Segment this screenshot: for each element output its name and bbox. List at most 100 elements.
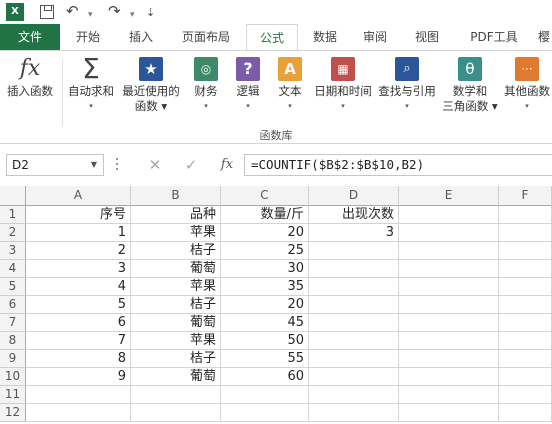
- table-cell[interactable]: [309, 278, 399, 296]
- table-cell[interactable]: 苹果: [131, 278, 221, 296]
- tab-formulas[interactable]: 公式: [246, 24, 298, 51]
- table-cell[interactable]: [499, 386, 552, 404]
- table-cell[interactable]: [399, 260, 499, 278]
- row-header[interactable]: 3: [0, 242, 26, 260]
- autosum-button[interactable]: Σ 自动求和 ▾: [66, 55, 116, 114]
- redo-dropdown-icon[interactable]: ▾: [130, 6, 135, 24]
- table-cell[interactable]: 45: [221, 314, 309, 332]
- table-cell[interactable]: [499, 350, 552, 368]
- active-cell-d2[interactable]: 3: [309, 224, 399, 242]
- table-cell[interactable]: [399, 296, 499, 314]
- select-all-corner[interactable]: [0, 186, 26, 206]
- more-functions-button[interactable]: ··· 其他函数 ▾: [502, 55, 552, 114]
- table-cell[interactable]: 品种: [131, 206, 221, 224]
- row-header[interactable]: 1: [0, 206, 26, 224]
- row-header[interactable]: 4: [0, 260, 26, 278]
- table-cell[interactable]: 桔子: [131, 296, 221, 314]
- insert-function-icon[interactable]: fx: [214, 154, 240, 176]
- table-cell[interactable]: 苹果: [131, 332, 221, 350]
- table-cell[interactable]: [131, 404, 221, 422]
- enter-icon[interactable]: ✓: [178, 154, 204, 176]
- tab-view[interactable]: 视图: [404, 24, 450, 50]
- column-header[interactable]: F: [499, 186, 552, 206]
- table-cell[interactable]: [499, 224, 552, 242]
- customize-qat-icon[interactable]: ⇣: [146, 4, 155, 22]
- table-cell[interactable]: 苹果: [131, 224, 221, 242]
- table-cell[interactable]: [309, 314, 399, 332]
- undo-dropdown-icon[interactable]: ▾: [88, 6, 93, 24]
- tab-pdf-tools[interactable]: PDF工具: [458, 24, 530, 50]
- row-header[interactable]: 7: [0, 314, 26, 332]
- column-header[interactable]: B: [131, 186, 221, 206]
- table-cell[interactable]: 2: [26, 242, 131, 260]
- tab-home[interactable]: 开始: [64, 24, 112, 50]
- lookup-reference-button[interactable]: ⌕ 查找与引用 ▾: [376, 55, 438, 114]
- tab-file[interactable]: 文件: [0, 24, 60, 50]
- table-cell[interactable]: 30: [221, 260, 309, 278]
- table-cell[interactable]: [309, 242, 399, 260]
- table-cell[interactable]: [309, 332, 399, 350]
- tab-insert[interactable]: 插入: [116, 24, 166, 50]
- table-cell[interactable]: [26, 386, 131, 404]
- table-cell[interactable]: [399, 278, 499, 296]
- column-header[interactable]: A: [26, 186, 131, 206]
- table-cell[interactable]: 数量/斤: [221, 206, 309, 224]
- table-cell[interactable]: 桔子: [131, 242, 221, 260]
- redo-icon[interactable]: ↷: [108, 2, 121, 20]
- cancel-icon[interactable]: ✕: [142, 154, 168, 176]
- table-cell[interactable]: 葡萄: [131, 314, 221, 332]
- table-cell[interactable]: [399, 386, 499, 404]
- name-box[interactable]: D2 ▼: [6, 154, 104, 176]
- table-cell[interactable]: 8: [26, 350, 131, 368]
- table-cell[interactable]: [499, 260, 552, 278]
- table-cell[interactable]: [309, 350, 399, 368]
- math-trig-button[interactable]: θ 数学和 三角函数 ▾: [440, 55, 500, 114]
- table-cell[interactable]: [499, 242, 552, 260]
- table-cell[interactable]: 6: [26, 314, 131, 332]
- table-cell[interactable]: [399, 314, 499, 332]
- date-time-button[interactable]: ▦ 日期和时间 ▾: [312, 55, 374, 114]
- table-cell[interactable]: [221, 404, 309, 422]
- table-cell[interactable]: 9: [26, 368, 131, 386]
- table-cell[interactable]: [499, 404, 552, 422]
- table-cell[interactable]: [309, 368, 399, 386]
- table-cell[interactable]: 20: [221, 296, 309, 314]
- table-cell[interactable]: [309, 296, 399, 314]
- column-header[interactable]: C: [221, 186, 309, 206]
- tab-overflow[interactable]: 樱: [536, 24, 552, 50]
- column-header[interactable]: E: [399, 186, 499, 206]
- row-header[interactable]: 6: [0, 296, 26, 314]
- table-cell[interactable]: [309, 404, 399, 422]
- chevron-down-icon[interactable]: ▼: [91, 155, 97, 175]
- row-header[interactable]: 9: [0, 350, 26, 368]
- save-icon[interactable]: [40, 5, 54, 19]
- table-cell[interactable]: [399, 404, 499, 422]
- table-cell[interactable]: [399, 206, 499, 224]
- table-cell[interactable]: [499, 206, 552, 224]
- table-cell[interactable]: 55: [221, 350, 309, 368]
- row-header[interactable]: 10: [0, 368, 26, 386]
- table-cell[interactable]: [499, 278, 552, 296]
- insert-function-button[interactable]: fx 插入函数: [2, 55, 58, 99]
- column-header[interactable]: D: [309, 186, 399, 206]
- table-cell[interactable]: 葡萄: [131, 368, 221, 386]
- row-header[interactable]: 2: [0, 224, 26, 242]
- table-cell[interactable]: [499, 296, 552, 314]
- table-cell[interactable]: 4: [26, 278, 131, 296]
- table-cell[interactable]: [309, 260, 399, 278]
- table-cell[interactable]: 50: [221, 332, 309, 350]
- tab-page-layout[interactable]: 页面布局: [170, 24, 242, 50]
- table-cell[interactable]: 5: [26, 296, 131, 314]
- logical-button[interactable]: ? 逻辑 ▾: [228, 55, 268, 114]
- table-cell[interactable]: [499, 332, 552, 350]
- undo-icon[interactable]: ↶: [66, 2, 79, 20]
- table-cell[interactable]: [399, 332, 499, 350]
- table-cell[interactable]: [309, 386, 399, 404]
- table-cell[interactable]: 25: [221, 242, 309, 260]
- table-cell[interactable]: [221, 386, 309, 404]
- tab-data[interactable]: 数据: [302, 24, 348, 50]
- table-cell[interactable]: [399, 368, 499, 386]
- table-cell[interactable]: 35: [221, 278, 309, 296]
- table-cell[interactable]: 3: [26, 260, 131, 278]
- table-cell[interactable]: 葡萄: [131, 260, 221, 278]
